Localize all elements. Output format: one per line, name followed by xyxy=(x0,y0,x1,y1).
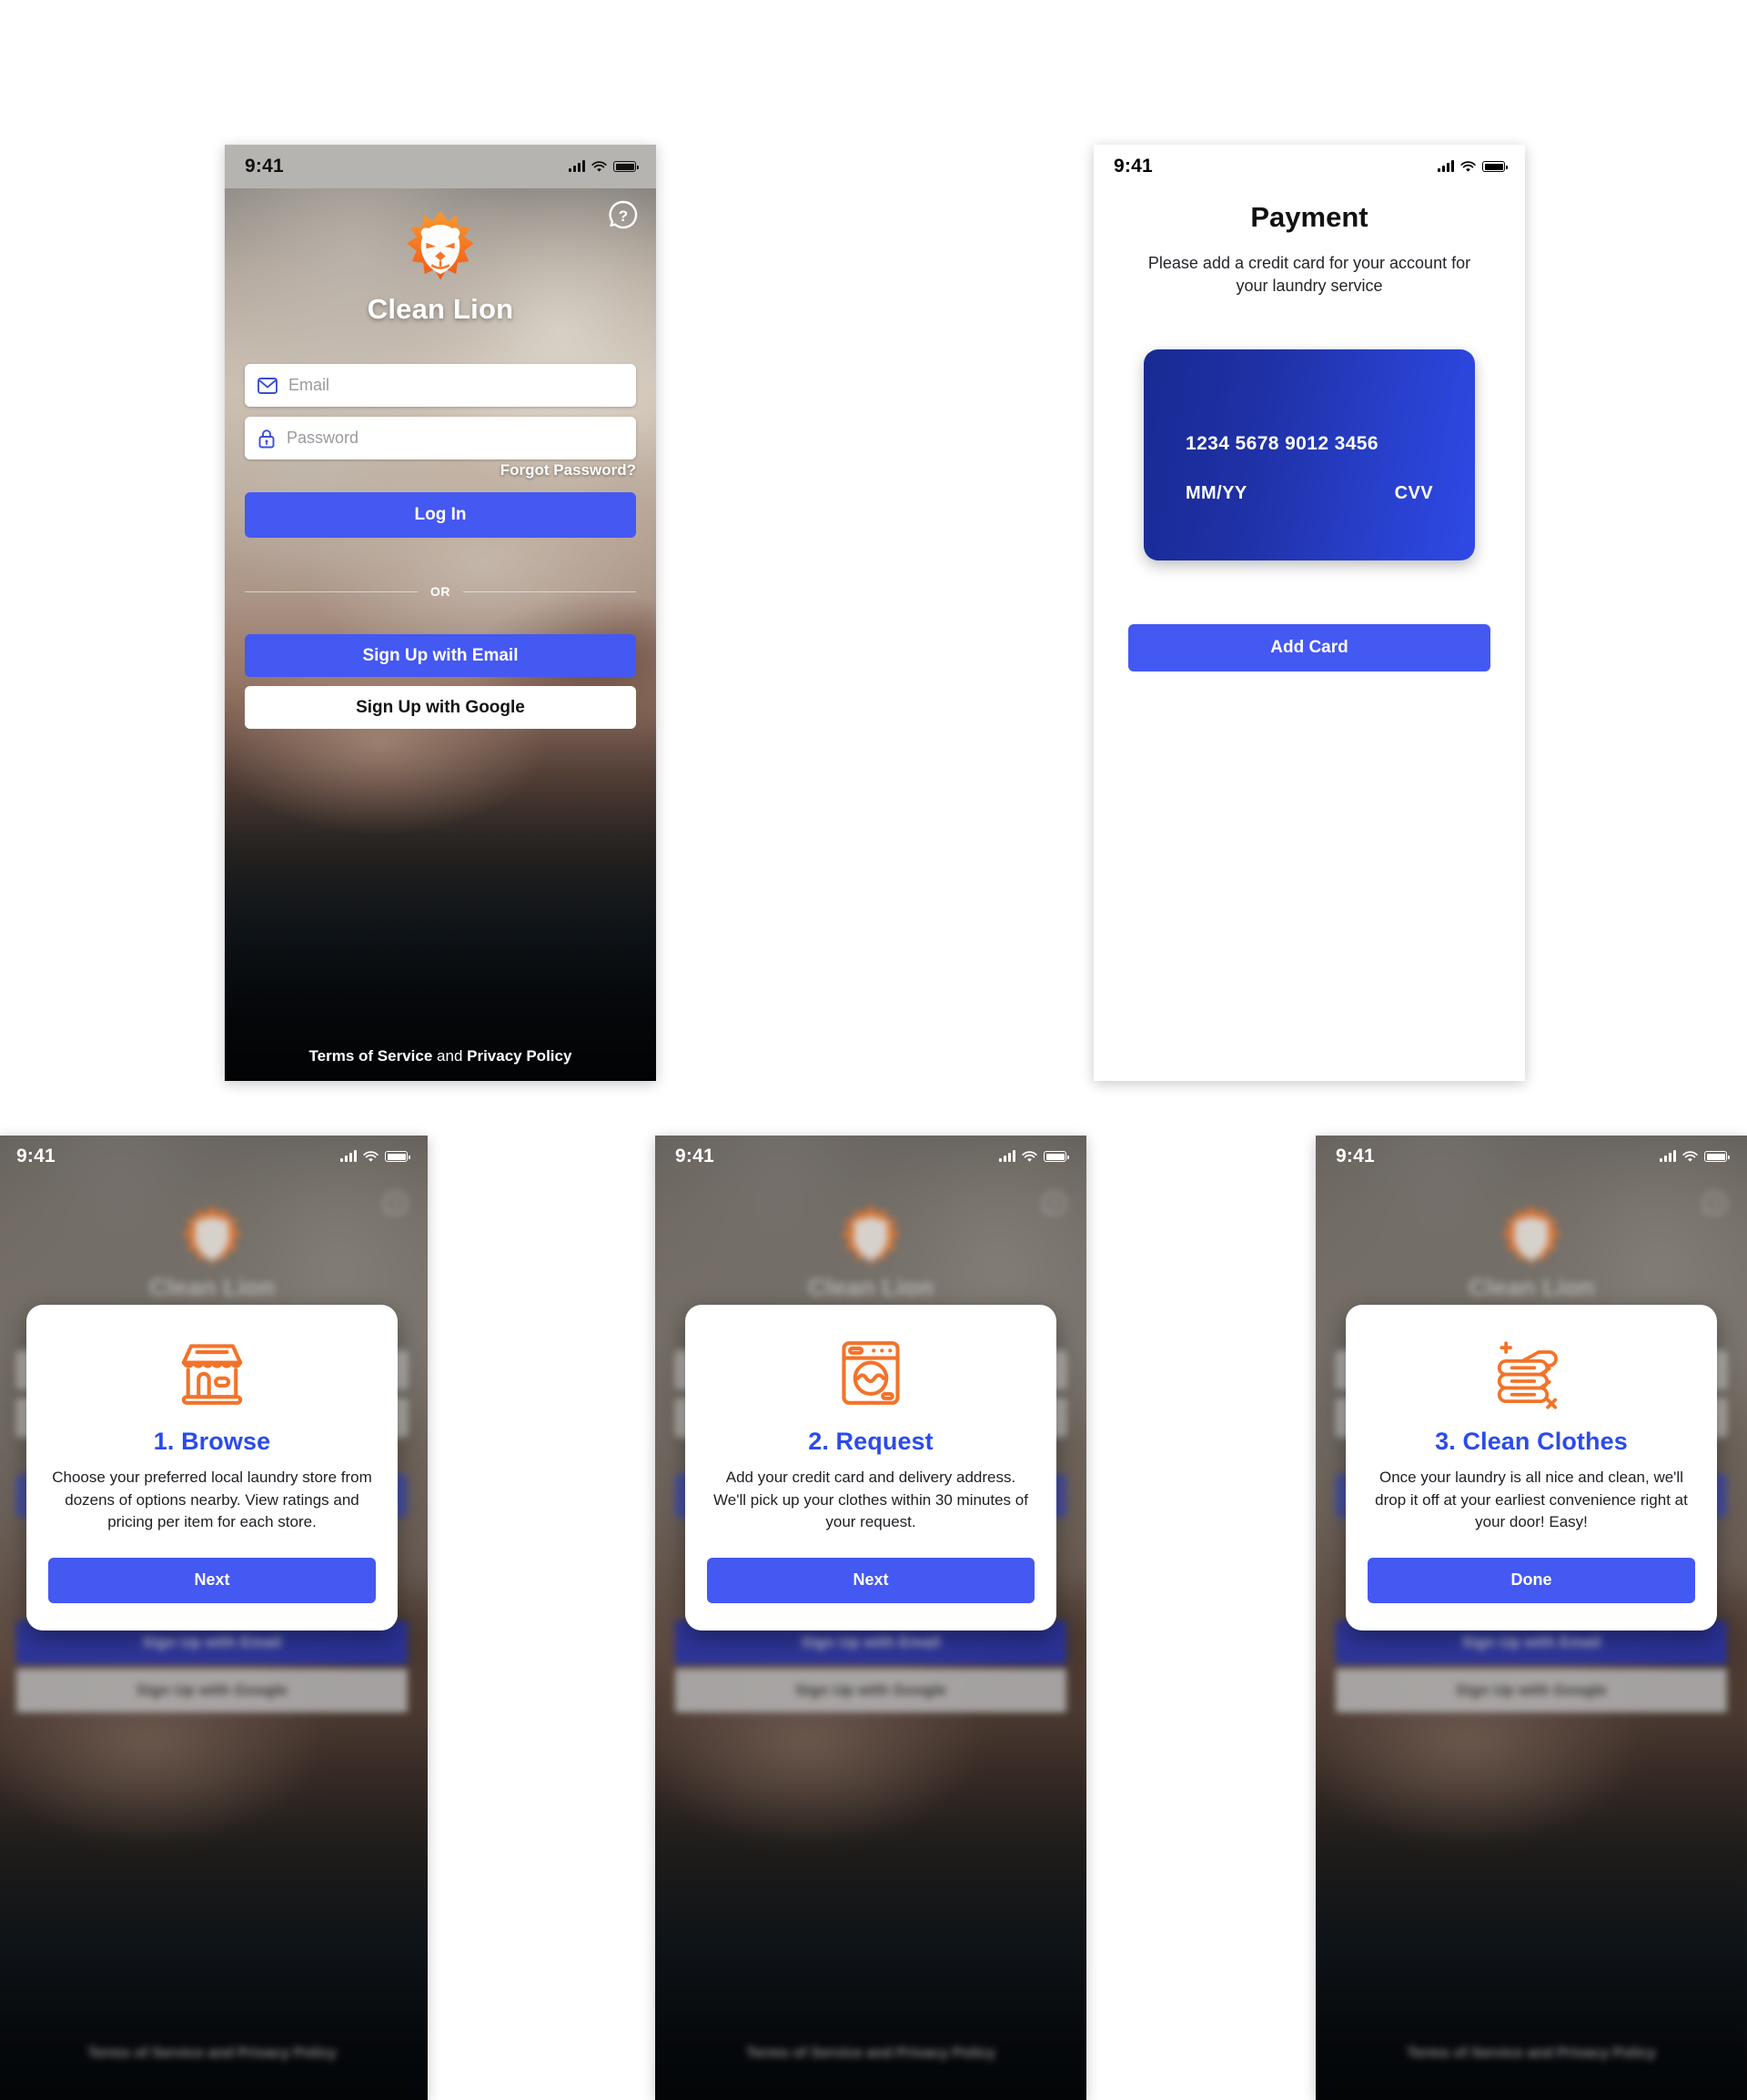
legal-footer: Terms of Service and Privacy Policy xyxy=(746,2045,995,2061)
wifi-icon xyxy=(591,160,607,172)
status-bar: 9:41 xyxy=(655,1136,1086,1177)
folded-laundry-icon xyxy=(1494,1336,1569,1410)
privacy-policy-link[interactable]: Privacy Policy xyxy=(467,1047,571,1065)
battery-icon xyxy=(613,161,639,172)
svg-text:?: ? xyxy=(1051,1197,1059,1212)
help-question-icon: ? xyxy=(1700,1188,1731,1219)
signup-with-google-button: Sign Up with Google xyxy=(675,1669,1066,1712)
wifi-icon xyxy=(1460,160,1476,172)
battery-icon xyxy=(385,1151,410,1162)
status-bar: 9:41 xyxy=(0,1136,428,1177)
battery-icon xyxy=(1482,161,1508,172)
onboarding-description: Add your credit card and delivery addres… xyxy=(713,1469,1028,1531)
done-button[interactable]: Done xyxy=(1368,1557,1695,1603)
signup-with-email-button[interactable]: Sign Up with Email xyxy=(245,634,636,677)
status-bar-indicators xyxy=(999,1150,1069,1163)
credit-card-preview[interactable]: 1234 5678 9012 3456 MM/YY CVV xyxy=(1144,349,1475,560)
lion-logo-icon xyxy=(179,1203,245,1268)
page-subtitle: Please add a credit card for your accoun… xyxy=(1147,254,1471,295)
status-bar-time: 9:41 xyxy=(675,1146,714,1166)
status-bar-time: 9:41 xyxy=(1114,156,1153,177)
onboarding-card: 3. Clean Clothes Once your laundry is al… xyxy=(1346,1305,1717,1631)
status-bar: 9:41 xyxy=(225,145,656,188)
svg-text:?: ? xyxy=(1712,1197,1720,1212)
signup-with-google-button[interactable]: Sign Up with Google xyxy=(245,686,636,729)
cellular-signal-icon xyxy=(999,1150,1015,1162)
lion-logo-icon xyxy=(1499,1203,1564,1268)
onboarding-description: Choose your preferred local laundry stor… xyxy=(52,1469,372,1531)
onboarding-title: 1. Browse xyxy=(153,1428,271,1455)
add-card-button[interactable]: Add Card xyxy=(1128,624,1490,671)
status-bar-indicators xyxy=(1438,160,1508,173)
svg-text:?: ? xyxy=(392,1197,400,1212)
password-field-placeholder: Password xyxy=(287,429,359,447)
status-bar-indicators xyxy=(1660,1150,1730,1163)
brand-name: Clean Lion xyxy=(1468,1274,1594,1301)
login-content: ? Clean Lion Email Password Forgot Passw… xyxy=(225,188,656,1081)
legal-footer: Terms of Service and Privacy Policy xyxy=(225,1047,656,1065)
cellular-signal-icon xyxy=(1438,160,1454,172)
payment-screen: 9:41 Payment Please add a credit card fo… xyxy=(1094,145,1525,1081)
onboarding-title: 3. Clean Clothes xyxy=(1435,1428,1628,1455)
next-button[interactable]: Next xyxy=(48,1557,376,1603)
divider-line-left xyxy=(245,591,418,592)
status-bar: 9:41 xyxy=(1094,145,1525,188)
cellular-signal-icon xyxy=(1660,1150,1676,1162)
status-bar: 9:41 xyxy=(1316,1136,1747,1177)
screenshot-canvas: 9:41 ? Clean Lion Email Password Forgot … xyxy=(0,0,1747,2100)
help-question-icon: ? xyxy=(380,1188,411,1219)
page-title: Payment xyxy=(1250,201,1368,233)
onboarding-screen-2: ? Clean Lion Sign Up with Email Sign Up … xyxy=(655,1136,1086,2100)
onboarding-card: 2. Request Add your credit card and deli… xyxy=(685,1305,1056,1631)
status-bar-time: 9:41 xyxy=(16,1146,56,1166)
credentials-fields: Email Password xyxy=(245,364,636,469)
cellular-signal-icon xyxy=(569,160,585,172)
battery-icon xyxy=(1704,1151,1730,1162)
status-bar-indicators xyxy=(569,160,639,173)
status-bar-time: 9:41 xyxy=(245,156,284,177)
onboarding-screen-1: ? Clean Lion Sign Up with Email Sign Up … xyxy=(0,1136,428,2100)
login-button[interactable]: Log In xyxy=(245,492,636,538)
lion-logo-icon xyxy=(403,208,478,283)
email-field[interactable]: Email xyxy=(245,364,636,407)
status-bar-time: 9:41 xyxy=(1336,1146,1375,1166)
wifi-icon xyxy=(1022,1150,1037,1162)
divider-line-right xyxy=(463,591,637,592)
legal-conjunction: and xyxy=(432,1047,468,1065)
brand-name: Clean Lion xyxy=(148,1274,275,1301)
card-cvv: CVV xyxy=(1394,483,1433,503)
cellular-signal-icon xyxy=(340,1150,357,1162)
divider-label: OR xyxy=(429,584,451,599)
washing-machine-icon xyxy=(833,1336,908,1410)
signup-with-google-button: Sign Up with Google xyxy=(16,1669,408,1712)
brand-name: Clean Lion xyxy=(807,1274,934,1301)
onboarding-description: Once your laundry is all nice and clean,… xyxy=(1375,1469,1688,1531)
status-bar-indicators xyxy=(340,1150,410,1163)
help-question-icon: ? xyxy=(1039,1188,1070,1219)
login-screen: 9:41 ? Clean Lion Email Password Forgot … xyxy=(225,145,656,1081)
brand-name: Clean Lion xyxy=(367,293,514,325)
storefront-icon xyxy=(175,1336,249,1410)
legal-footer: Terms of Service and Privacy Policy xyxy=(87,2045,337,2061)
wifi-icon xyxy=(363,1150,379,1162)
lock-icon xyxy=(258,429,275,448)
lion-logo-icon xyxy=(838,1203,904,1268)
onboarding-card: 1. Browse Choose your preferred local la… xyxy=(26,1305,398,1631)
legal-footer: Terms of Service and Privacy Policy xyxy=(1407,2045,1656,2061)
forgot-password-link[interactable]: Forgot Password? xyxy=(500,461,636,480)
envelope-icon xyxy=(258,377,278,394)
battery-icon xyxy=(1044,1151,1069,1162)
password-field[interactable]: Password xyxy=(245,417,636,459)
email-field-placeholder: Email xyxy=(288,376,330,394)
brand-block: Clean Lion xyxy=(225,208,656,326)
next-button[interactable]: Next xyxy=(707,1557,1035,1603)
card-number: 1234 5678 9012 3456 xyxy=(1186,433,1378,454)
signup-with-google-button: Sign Up with Google xyxy=(1336,1669,1727,1712)
onboarding-title: 2. Request xyxy=(808,1428,934,1455)
card-expiry: MM/YY xyxy=(1186,483,1247,503)
divider-or: OR xyxy=(245,584,637,599)
onboarding-screen-3: ? Clean Lion Sign Up with Email Sign Up … xyxy=(1316,1136,1747,2100)
terms-of-service-link[interactable]: Terms of Service xyxy=(309,1047,433,1065)
wifi-icon xyxy=(1682,1150,1698,1162)
